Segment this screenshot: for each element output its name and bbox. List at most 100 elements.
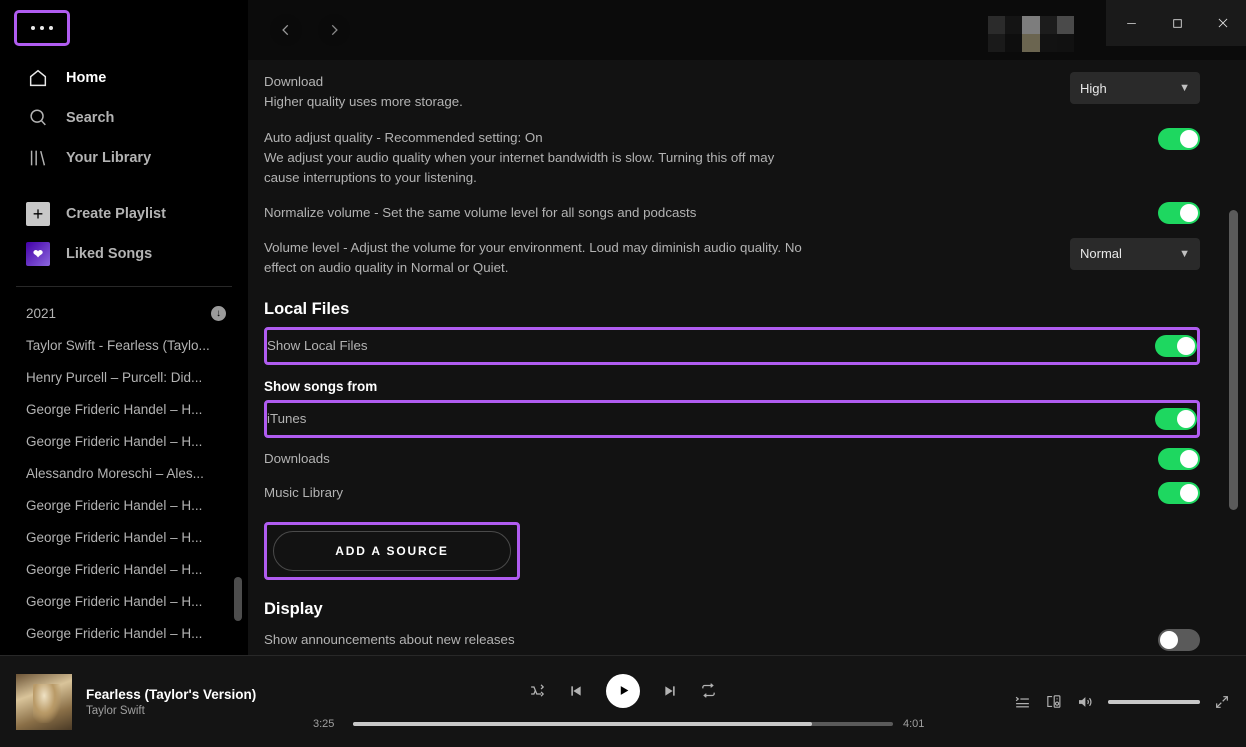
devices-icon[interactable] (1045, 693, 1062, 710)
playlist-name: George Frideric Handel – H... (26, 625, 203, 641)
downloaded-icon: ↓ (211, 305, 226, 321)
now-playing: Fearless (Taylor's Version) Taylor Swift (16, 673, 316, 730)
home-icon (26, 66, 50, 90)
close-button[interactable] (1200, 0, 1246, 46)
list-item[interactable]: 2021 ↓ (0, 297, 248, 329)
show-local-files-toggle[interactable] (1155, 334, 1197, 357)
settings-scrollbar[interactable] (1229, 210, 1238, 510)
next-icon[interactable] (662, 683, 678, 699)
select-value: Normal (1080, 246, 1122, 262)
pixel-block (988, 16, 1006, 52)
playlist-name: Henry Purcell – Purcell: Did... (26, 369, 203, 385)
source-label: iTunes (267, 411, 307, 427)
sidebar-scrollbar[interactable] (234, 577, 242, 621)
toggle-knob (1180, 449, 1198, 468)
pixel-block (1039, 16, 1057, 52)
repeat-icon[interactable] (700, 682, 717, 699)
playlist-name: George Frideric Handel – H... (26, 529, 203, 545)
download-quality-select[interactable]: High ▼ (1070, 72, 1200, 104)
playlist-name: George Frideric Handel – H... (26, 561, 203, 577)
liked-songs-button[interactable]: ❤ Liked Songs (0, 234, 248, 274)
list-item[interactable]: George Frideric Handel – H... (0, 489, 248, 521)
album-art (16, 673, 72, 730)
sidebar-item-search[interactable]: Search (0, 98, 248, 138)
list-item[interactable]: George Frideric Handel – H... (0, 617, 248, 649)
add-source-highlight: ADD A SOURCE (264, 521, 520, 580)
player-controls: 3:25 4:01 (313, 673, 933, 730)
play-button[interactable] (606, 673, 640, 708)
setting-source-downloads: Downloads (264, 442, 1200, 476)
local-files-heading: Local Files (264, 299, 350, 318)
list-item[interactable]: George Frideric Handel – H... (0, 425, 248, 457)
minimize-button[interactable] (1108, 0, 1154, 46)
list-item[interactable]: Alessandro Moreschi – Ales... (0, 457, 248, 489)
sidebar-item-label: Home (66, 70, 107, 86)
spotify-window: Home Search Your Library + Create Playli… (0, 0, 1246, 747)
create-playlist-button[interactable]: + Create Playlist (0, 194, 248, 234)
list-item[interactable]: Henry Purcell – Purcell: Did... (0, 361, 248, 393)
auto-adjust-title: Auto adjust quality - Recommended settin… (264, 129, 543, 145)
player-bar: Fearless (Taylor's Version) Taylor Swift (0, 655, 1246, 747)
back-button[interactable] (270, 14, 302, 46)
playlist-name: George Frideric Handel – H... (26, 401, 203, 417)
playlist-name: 2021 (26, 305, 57, 321)
player-extras (1014, 693, 1230, 711)
pixel-block (1022, 16, 1040, 52)
sidebar-actions: + Create Playlist ❤ Liked Songs (0, 178, 248, 274)
sidebar-item-your-library[interactable]: Your Library (0, 138, 248, 178)
auto-adjust-line2: cause interruptions to your listening. (264, 169, 477, 185)
download-subtitle: Higher quality uses more storage. (264, 93, 463, 109)
dot-icon (31, 26, 35, 30)
list-item[interactable]: George Frideric Handel – H... (0, 393, 248, 425)
setting-normalize-volume: Normalize volume - Set the same volume l… (264, 196, 1200, 230)
settings-scroll-area[interactable]: Download Higher quality uses more storag… (248, 60, 1246, 655)
previous-icon[interactable] (568, 683, 584, 699)
sidebar-item-label: Search (66, 110, 115, 126)
queue-icon[interactable] (1014, 693, 1031, 710)
auto-adjust-line1: We adjust your audio quality when your i… (264, 149, 775, 165)
playlist-name: George Frideric Handel – H... (26, 433, 203, 449)
library-icon (26, 146, 50, 170)
downloads-source-toggle[interactable] (1158, 447, 1200, 470)
overflow-menu-button[interactable] (14, 10, 70, 46)
forward-button[interactable] (318, 14, 350, 46)
maximize-button[interactable] (1154, 0, 1200, 46)
setting-show-announcements: Show announcements about new releases (264, 623, 1200, 655)
display-heading: Display (264, 599, 323, 618)
setting-text: Volume level - Adjust the volume for you… (264, 238, 802, 278)
user-account-area[interactable] (988, 16, 1075, 52)
setting-show-local-files: Show Local Files (264, 326, 1200, 365)
create-playlist-label: Create Playlist (66, 206, 166, 222)
pixel-block (1005, 16, 1023, 52)
list-item[interactable]: Taylor Swift - Fearless (Taylo... (0, 329, 248, 361)
list-item[interactable]: George Frideric Handel – H... (0, 521, 248, 553)
music-library-source-toggle[interactable] (1158, 481, 1200, 504)
volume-fill (1108, 699, 1200, 704)
dot-icon (49, 26, 53, 30)
list-item[interactable]: George Frideric Handel – H... (0, 553, 248, 585)
chevron-down-icon: ▼ (1179, 82, 1190, 94)
playlist-list[interactable]: 2021 ↓ Taylor Swift - Fearless (Taylo...… (0, 287, 248, 655)
volume-icon[interactable] (1076, 693, 1094, 711)
shuffle-icon[interactable] (529, 682, 546, 699)
top-bar (248, 0, 1246, 60)
progress-bar[interactable] (353, 721, 893, 726)
search-icon (26, 106, 50, 130)
show-announcements-toggle[interactable] (1158, 628, 1200, 651)
auto-adjust-toggle[interactable] (1158, 127, 1200, 150)
progress-fill (353, 721, 812, 726)
itunes-source-toggle[interactable] (1155, 407, 1197, 430)
setting-text: Auto adjust quality - Recommended settin… (264, 128, 774, 188)
playlist-name: George Frideric Handel – H... (26, 593, 203, 609)
normalize-volume-toggle[interactable] (1158, 201, 1200, 224)
sidebar-item-home[interactable]: Home (0, 58, 248, 98)
window-body: Home Search Your Library + Create Playli… (0, 0, 1246, 655)
volume-level-select[interactable]: Normal ▼ (1070, 237, 1200, 270)
fullscreen-icon[interactable] (1214, 694, 1230, 710)
add-a-source-button[interactable]: ADD A SOURCE (273, 530, 511, 571)
heart-icon: ❤ (26, 242, 50, 266)
toggle-knob (1160, 630, 1178, 649)
total-time: 4:01 (903, 717, 925, 730)
volume-slider[interactable] (1108, 699, 1200, 704)
list-item[interactable]: George Frideric Handel – H... (0, 585, 248, 617)
